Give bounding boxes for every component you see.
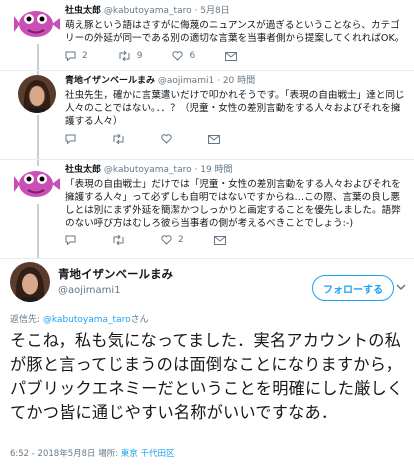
- author-name[interactable]: 社虫太郎: [65, 6, 101, 16]
- separator: ·: [194, 6, 198, 16]
- location-link[interactable]: 東京 千代田区: [121, 449, 175, 459]
- reply-button[interactable]: [65, 134, 82, 144]
- timestamp: 6:52 - 2018年5月8日 場所:: [10, 449, 121, 459]
- heart-icon: [161, 235, 172, 245]
- timestamp[interactable]: 5月8日: [200, 6, 229, 16]
- author-handle[interactable]: @kabutoyama_taro: [104, 6, 192, 16]
- timestamp[interactable]: 19 時間: [200, 165, 232, 175]
- author-handle[interactable]: @aojimami1: [58, 285, 121, 296]
- reply-icon: [65, 51, 76, 61]
- tweet-text: そこね，私も気になってました．実名アカウントの私が豚と言ってじまうのは面倒なこと…: [10, 331, 404, 422]
- thread-line: [37, 115, 39, 159]
- timestamp[interactable]: 20 時間: [223, 76, 255, 86]
- separator: ·: [217, 76, 220, 86]
- reply-suffix: さん: [130, 315, 149, 325]
- like-count: 2: [178, 235, 184, 245]
- reply-button[interactable]: [65, 235, 82, 245]
- main-tweet: 青地イザンベールまみ @aojimami1 フォローする 返信先: @kabut…: [0, 256, 414, 465]
- avatar[interactable]: [14, 166, 60, 202]
- envelope-icon: [208, 134, 220, 144]
- reply-context: 返信先: @kabutoyama_taroさん: [10, 312, 149, 325]
- heart-icon: [172, 51, 184, 61]
- chevron-down-icon[interactable]: [395, 282, 407, 292]
- retweet-icon: [119, 51, 130, 61]
- envelope-icon: [225, 51, 238, 61]
- heart-icon: [161, 134, 172, 144]
- tweet-meta: 6:52 - 2018年5月8日 場所: 東京 千代田区: [10, 447, 174, 459]
- like-count: 6: [189, 51, 196, 61]
- tweet-2[interactable]: 青地イザンベールまみ @aojimami1 · 20 時間 社虫先生，確かに言葉…: [0, 71, 414, 160]
- author-name[interactable]: 青地イザンベールまみ: [58, 266, 173, 282]
- tweet-text: 社虫先生，確かに言葉遣いだけで叩かれそうです。「表現の自由戦士」達と同じ人々のこ…: [65, 90, 405, 127]
- avatar[interactable]: [14, 6, 60, 42]
- retweet-icon: [113, 235, 124, 245]
- like-button[interactable]: 6: [172, 51, 195, 61]
- thread-line: [37, 44, 39, 70]
- reply-icon: [65, 235, 76, 245]
- retweet-button[interactable]: [112, 134, 131, 144]
- tweet-3[interactable]: 社虫太郎 @kabutoyama_taro · 19 時間 「表現の自由戦士」だ…: [0, 160, 414, 259]
- author-handle[interactable]: @aojimami1: [158, 76, 214, 86]
- reply-prefix: 返信先:: [10, 315, 43, 325]
- tweet-text: 「表現の自由戦士」だけでは「児童・女性の差別言動をする人々およびそれを擁護する人…: [65, 179, 401, 229]
- envelope-icon: [213, 235, 226, 245]
- retweet-button[interactable]: 9: [118, 51, 143, 61]
- reply-button[interactable]: 2: [65, 51, 88, 61]
- tweet-text: 萌え豚という語はさすがに侮蔑のニュアンスが過ぎるということなら、カテゴリーの外延…: [65, 20, 405, 44]
- like-button[interactable]: 2: [161, 235, 184, 245]
- reply-icon: [65, 134, 76, 144]
- dm-button[interactable]: [213, 235, 232, 245]
- dm-button[interactable]: [225, 51, 243, 61]
- author-name[interactable]: 青地イザンベールまみ: [65, 76, 155, 86]
- author-name[interactable]: 社虫太郎: [65, 165, 101, 175]
- tweet-thread: 社虫太郎 @kabutoyama_taro · 5月8日 萌え豚という語はさすが…: [0, 0, 414, 465]
- follow-button[interactable]: フォローする: [312, 275, 394, 301]
- avatar[interactable]: [10, 262, 50, 302]
- like-button[interactable]: [161, 134, 178, 144]
- dm-button[interactable]: [208, 134, 226, 144]
- thread-line: [37, 204, 39, 258]
- retweet-count: 9: [136, 51, 143, 61]
- separator: ·: [194, 165, 198, 175]
- retweet-button[interactable]: [112, 235, 131, 245]
- retweet-icon: [113, 134, 124, 144]
- reply-count: 2: [82, 51, 88, 61]
- tweet-1[interactable]: 社虫太郎 @kabutoyama_taro · 5月8日 萌え豚という語はさすが…: [0, 0, 414, 71]
- author-handle[interactable]: @kabutoyama_taro: [104, 165, 192, 175]
- avatar[interactable]: [18, 75, 56, 113]
- reply-mention-link[interactable]: @kabutoyama_taro: [43, 315, 131, 325]
